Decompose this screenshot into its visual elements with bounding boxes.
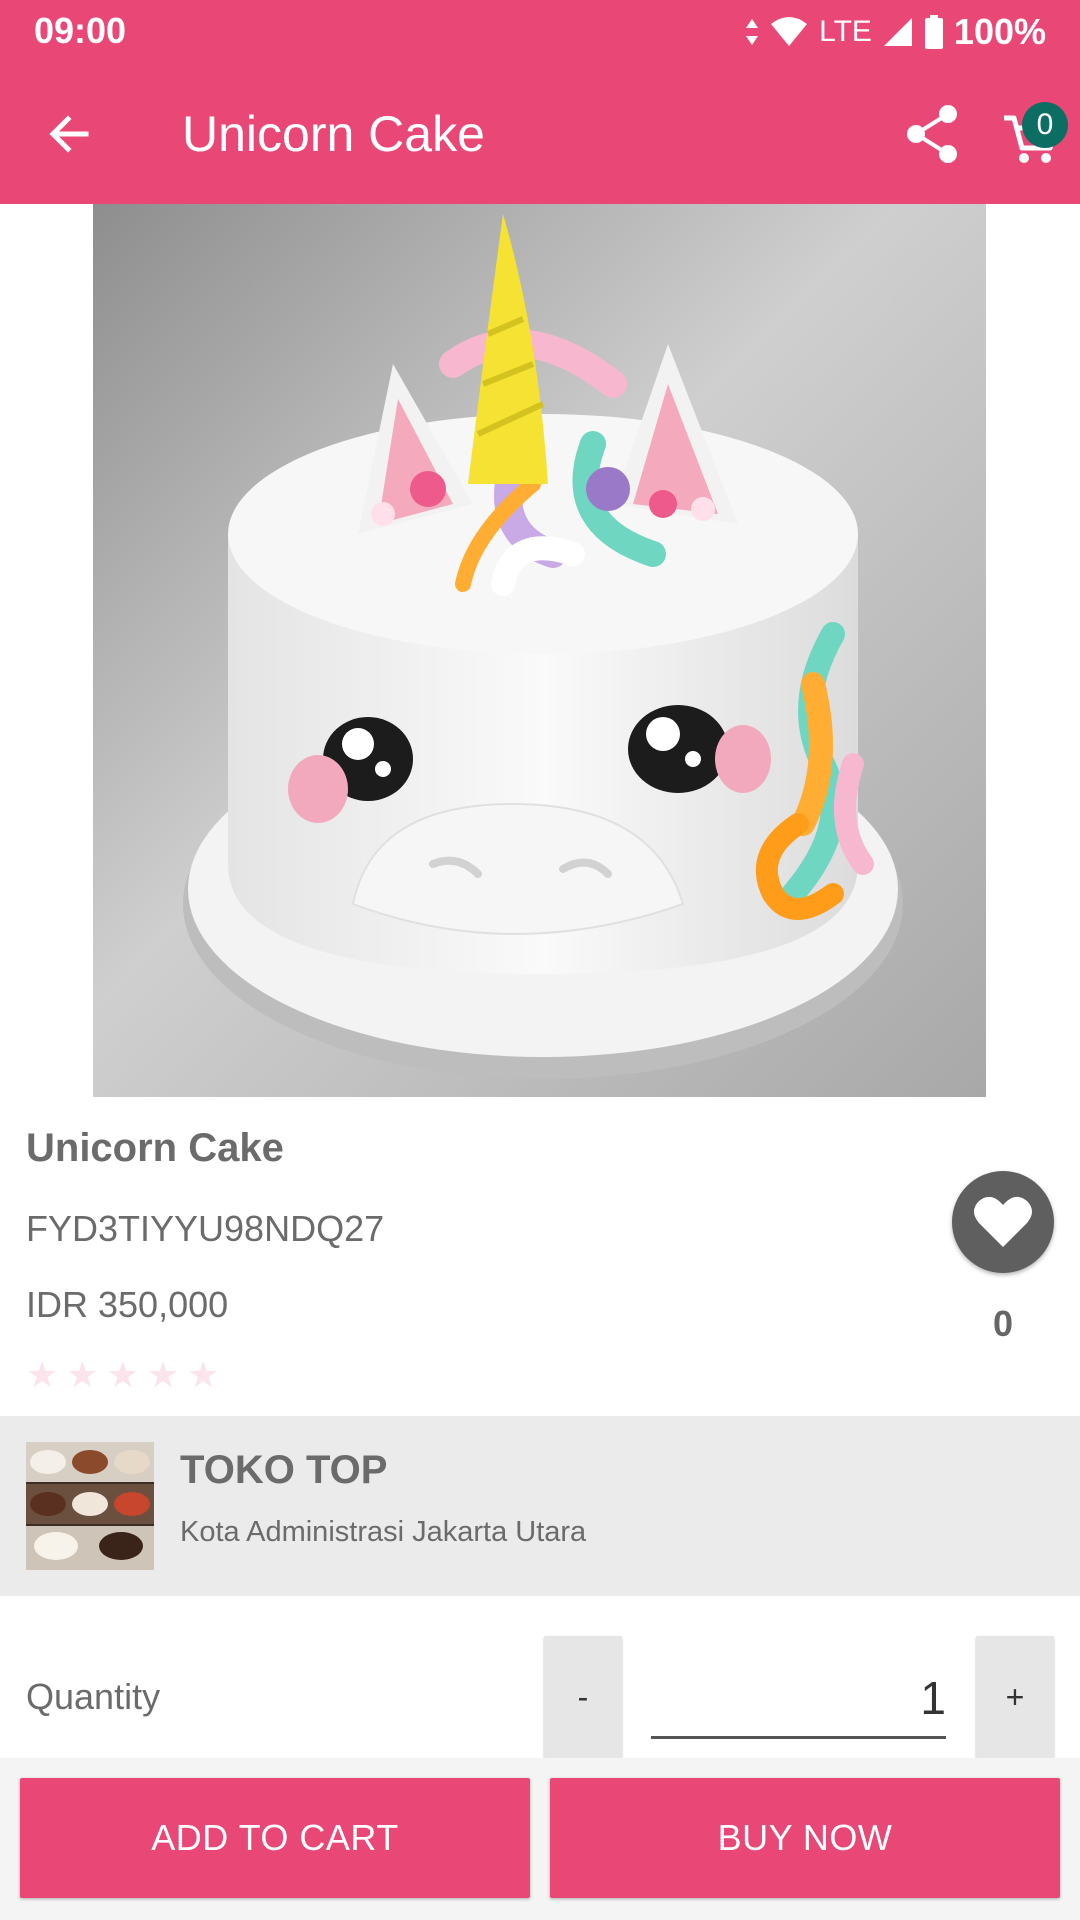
buy-now-button[interactable]: BUY NOW	[550, 1778, 1060, 1898]
product-image	[93, 204, 986, 1097]
app-bar: Unicorn Cake 0	[0, 64, 1080, 204]
heart-icon	[974, 1196, 1032, 1247]
store-location: Kota Administrasi Jakarta Utara	[180, 1516, 587, 1548]
status-time: 09:00	[34, 10, 127, 51]
battery-level: 100%	[953, 11, 1046, 52]
cart-count-badge: 0	[1022, 102, 1068, 148]
network-type: LTE	[819, 15, 872, 48]
product-name: Unicorn Cake	[26, 1126, 284, 1170]
page-title: Unicorn Cake	[182, 106, 485, 162]
star-icon: ★	[187, 1354, 220, 1395]
product-price: IDR 350,000	[26, 1284, 229, 1325]
store-thumbnail	[26, 1442, 154, 1570]
back-arrow-icon[interactable]	[40, 104, 100, 164]
battery-icon	[924, 15, 943, 49]
quantity-label: Quantity	[26, 1676, 161, 1717]
quantity-increase-button[interactable]: +	[976, 1636, 1054, 1758]
unicorn-cake-illustration	[93, 204, 986, 1097]
star-icon: ★	[26, 1354, 59, 1395]
favorite-count: 0	[992, 1303, 1014, 1344]
data-arrows-icon	[746, 19, 759, 45]
rating-stars: ★ ★ ★ ★ ★	[26, 1352, 219, 1398]
bottom-action-bar: ADD TO CART BUY NOW	[0, 1758, 1080, 1920]
product-code: FYD3TIYYU98NDQ27	[26, 1208, 385, 1249]
wifi-icon	[771, 17, 808, 46]
favorite-button[interactable]	[952, 1171, 1054, 1273]
quantity-input[interactable]	[651, 1660, 946, 1739]
star-icon: ★	[146, 1354, 180, 1395]
star-icon: ★	[106, 1354, 139, 1395]
add-to-cart-button[interactable]: ADD TO CART	[20, 1778, 530, 1898]
store-name: TOKO TOP	[180, 1448, 388, 1492]
store-card[interactable]: TOKO TOP Kota Administrasi Jakarta Utara	[0, 1416, 1080, 1596]
signal-icon	[883, 18, 912, 46]
star-icon: ★	[66, 1354, 99, 1395]
quantity-decrease-button[interactable]: -	[544, 1636, 622, 1758]
share-icon[interactable]	[902, 102, 962, 166]
status-icons: LTE 100%	[745, 10, 1046, 54]
status-bar: 09:00 LTE 100%	[0, 0, 1080, 64]
